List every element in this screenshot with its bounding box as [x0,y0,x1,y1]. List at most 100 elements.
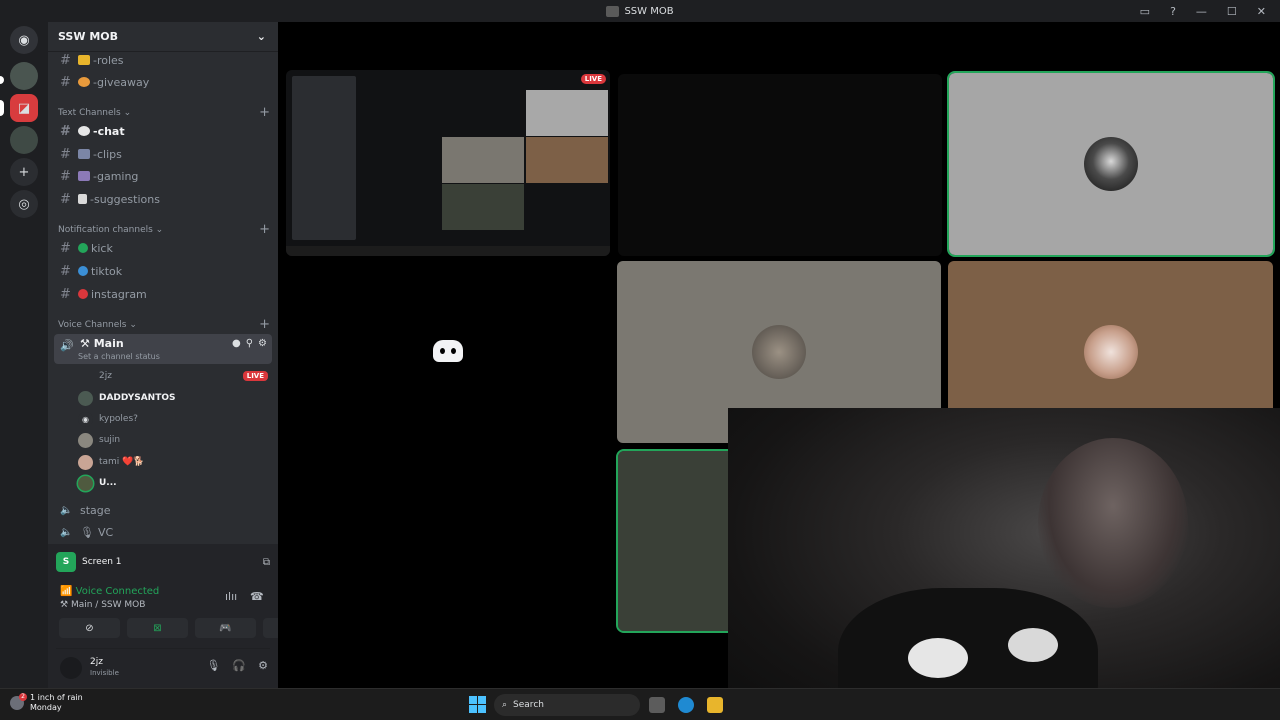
voice-channel-actions: ● ⚲ ⚙ [232,338,267,349]
member-name: U... [99,478,117,488]
edge-browser-icon[interactable] [678,697,694,713]
microphone-icon: 🎙 [80,525,94,539]
microphone-icon[interactable]: 🎙 [206,659,220,672]
avatar [78,454,93,470]
hash-icon: # [60,52,71,68]
nested-tile-preview [442,137,524,183]
voice-connected-status: 📶 Voice Connected [60,586,159,597]
maximize-button[interactable]: ☐ [1227,5,1237,18]
category-voice-channels[interactable]: Voice Channels ⌄ + [58,318,270,331]
activities-button[interactable]: 🎮 [195,618,256,638]
channel-kick[interactable]: # kick [54,238,272,258]
voice-member[interactable]: DADDYSANTOS [78,388,268,408]
voice-channel-main[interactable]: 🔊 ⚒ Main Set a channel status ● ⚲ ⚙ [54,334,272,364]
voice-member[interactable]: 2jz LIVE [78,366,268,386]
category-text-channels[interactable]: Text Channels ⌄ + [58,106,270,119]
red-circle-icon [78,289,88,299]
chat-icon[interactable]: ● [232,338,241,349]
participant-tile-speaking[interactable] [947,71,1275,257]
voice-member[interactable]: tami ❤️🐕 [78,452,268,472]
voice-location[interactable]: ⚒ Main / SSW MOB [60,600,145,610]
voice-member[interactable]: U... [78,473,268,493]
add-server-icon[interactable]: + [10,158,38,186]
voice-member[interactable]: ◉ kypoles? [78,409,268,429]
screen-share-button[interactable]: ⊠ [127,618,188,638]
server-icon-voice[interactable] [10,126,38,154]
inbox-icon[interactable]: ▭ [1140,5,1150,18]
task-view-icon[interactable] [649,697,665,713]
gear-icon[interactable]: ⚙ [258,338,267,349]
channel-giveaway[interactable]: # -giveaway [54,72,272,92]
green-circle-icon [78,243,88,253]
channel-chat[interactable]: # -chat [54,121,272,141]
plus-icon[interactable]: + [259,318,270,331]
chevron-down-icon: ⌄ [256,30,266,43]
nested-taskbar-preview [286,246,610,256]
channel-status[interactable]: Set a channel status [78,352,160,361]
channel-clips[interactable]: # -clips [54,144,272,164]
help-icon[interactable]: ? [1170,5,1176,18]
gear-icon[interactable]: ⚙ [258,659,268,672]
windows-start-icon[interactable] [469,696,486,713]
channel-name: tiktok [91,264,123,278]
live-badge: LIVE [242,371,268,381]
channel-suggestions[interactable]: # -suggestions [54,189,272,209]
stream-preview-row[interactable]: S Screen 1 ⧉ [56,550,270,574]
channel-roles[interactable]: # -roles [54,50,272,70]
channel-instagram[interactable]: # instagram [54,284,272,304]
discord-logo-icon [433,340,463,362]
server-icon[interactable] [10,62,38,90]
nested-sidebar-preview [292,76,356,240]
server-logo-icon [606,5,620,17]
noise-suppression-icon[interactable]: ılıı [225,590,237,603]
avatar[interactable] [60,657,82,679]
voice-member[interactable]: sujin [78,430,268,450]
camera-off-button[interactable]: ⊘ [59,618,120,638]
category-label: Text Channels [58,108,121,118]
minimize-button[interactable]: — [1196,5,1207,18]
plus-icon[interactable]: + [259,223,270,236]
taskbar-search[interactable]: ⌕ Search [494,694,640,716]
explore-servers-icon[interactable]: ◎ [10,190,38,218]
invite-icon[interactable]: ⚲ [246,338,253,349]
title-bar: SSW MOB ▭ ? — ☐ ✕ [0,0,1280,22]
unread-pill [0,76,4,84]
hash-icon: # [60,123,71,139]
screen-share-tile[interactable]: LIVE [286,70,610,256]
voice-channel-vc[interactable]: 🔈 🎙 VC [54,522,272,542]
logo-eye [440,348,445,354]
category-notification-channels[interactable]: Notification channels ⌄ + [58,223,270,236]
disconnect-icon[interactable]: ☎ [250,590,264,603]
participant-tile[interactable] [286,260,610,442]
category-label: Notification channels [58,225,153,235]
weather-widget[interactable]: 2 1 inch of rain Monday [10,693,83,713]
member-name: 2jz [99,371,112,381]
category-label: Voice Channels [58,320,127,330]
speaker-icon: 🔈 [60,526,73,538]
webcam-blanket-pattern [908,638,968,678]
participant-tile[interactable] [618,74,942,256]
channel-name: instagram [91,287,147,301]
server-icon-selected[interactable]: ◪ [10,94,38,122]
close-button[interactable]: ✕ [1257,5,1266,18]
avatar [78,390,93,406]
hash-icon: # [60,191,71,207]
discord-home-icon[interactable]: ◉ [10,26,38,54]
channel-name: -clips [93,147,122,161]
popout-icon[interactable]: ⧉ [263,557,270,568]
channel-tiktok[interactable]: # tiktok [54,261,272,281]
username[interactable]: 2jz [90,657,103,667]
speaker-icon: 🔊 [60,339,74,352]
file-explorer-icon[interactable] [707,697,723,713]
channel-name: VC [97,525,114,539]
channel-gaming[interactable]: # -gaming [54,166,272,186]
search-label: Search [513,700,544,710]
voice-channel-stage[interactable]: 🔈 stage [54,500,272,520]
nested-tile-preview [442,184,524,230]
headphones-icon[interactable]: 🎧 [232,659,246,672]
guild-header[interactable]: SSW MOB ⌄ [48,22,278,52]
voice-connected-label: Voice Connected [75,586,160,597]
avatar [1083,325,1138,379]
plus-icon[interactable]: + [259,106,270,119]
hash-icon: # [60,168,71,184]
